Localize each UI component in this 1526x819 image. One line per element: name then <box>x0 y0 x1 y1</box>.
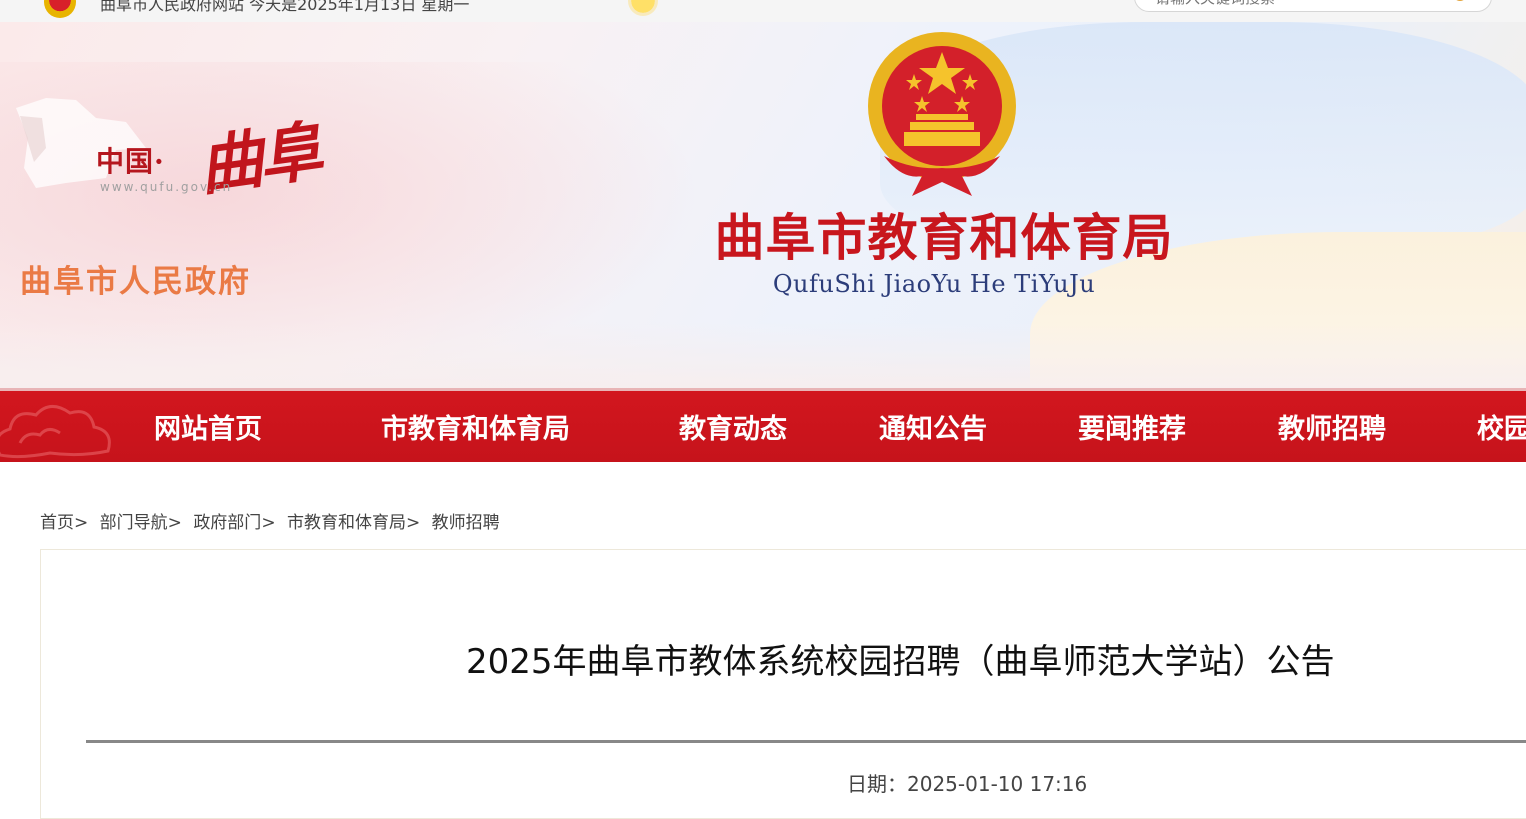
top-bar-text: 曲阜市人民政府网站 今天是2025年1月13日 星期一 <box>100 0 470 14</box>
article-title: 2025年曲阜市教体系统校园招聘（曲阜师范大学站）公告 <box>466 642 1335 682</box>
logo-url: www.qufu.gov.cn <box>100 180 233 194</box>
top-bar: 曲阜市人民政府网站 今天是2025年1月13日 星期一 <box>0 0 1526 22</box>
breadcrumb-department-nav[interactable]: 部门导航 <box>100 513 168 533</box>
site-logo[interactable]: 中国· 曲阜 www.qufu.gov.cn 曲阜市人民政府 <box>0 88 323 318</box>
bureau-pinyin: QufuShi JiaoYu He TiYuJu <box>772 270 1096 298</box>
nav-item-bureau[interactable]: 市教育和体育局 <box>381 407 570 446</box>
breadcrumb: 首页> 部门导航> 政府部门> 市教育和体育局> 教师招聘 <box>40 513 500 533</box>
breadcrumb-home[interactable]: 首页 <box>40 513 74 533</box>
weather-sun-icon <box>628 0 658 16</box>
auspicious-cloud-icon <box>0 405 111 459</box>
breadcrumb-teacher-recruitment[interactable]: 教师招聘 <box>432 513 500 533</box>
article-container <box>40 549 1526 819</box>
search-box <box>1134 0 1492 12</box>
national-emblem-small-icon <box>44 0 76 18</box>
nav-item-notices[interactable]: 通知公告 <box>879 407 987 446</box>
main-nav: 网站首页 市教育和体育局 教育动态 通知公告 要闻推荐 教师招聘 校园 <box>0 388 1526 462</box>
article-date: 日期：2025-01-10 17:16 <box>847 768 1087 797</box>
nav-item-education-news[interactable]: 教育动态 <box>679 407 787 446</box>
search-input[interactable] <box>1153 0 1437 9</box>
breadcrumb-bureau[interactable]: 市教育和体育局 <box>287 513 406 533</box>
nav-item-teacher-recruitment[interactable]: 教师招聘 <box>1278 407 1386 446</box>
breadcrumb-gov-departments[interactable]: 政府部门 <box>193 513 261 533</box>
date-label: 日期： <box>847 772 907 796</box>
logo-gov-name: 曲阜市人民政府 <box>20 264 251 300</box>
logo-china-text: 中国· <box>96 145 165 178</box>
header-banner: 中国· 曲阜 www.qufu.gov.cn 曲阜市人民政府 曲阜市教育和体育局… <box>0 22 1526 388</box>
national-emblem-icon <box>868 32 1016 196</box>
search-icon[interactable] <box>1453 0 1467 1</box>
bureau-title: 曲阜市教育和体育局 <box>714 209 1174 267</box>
nav-item-headlines[interactable]: 要闻推荐 <box>1078 407 1186 446</box>
nav-item-home[interactable]: 网站首页 <box>154 407 262 446</box>
nav-item-campus[interactable]: 校园 <box>1477 407 1526 446</box>
date-value: 2025-01-10 17:16 <box>907 772 1088 796</box>
title-divider <box>86 740 1526 743</box>
